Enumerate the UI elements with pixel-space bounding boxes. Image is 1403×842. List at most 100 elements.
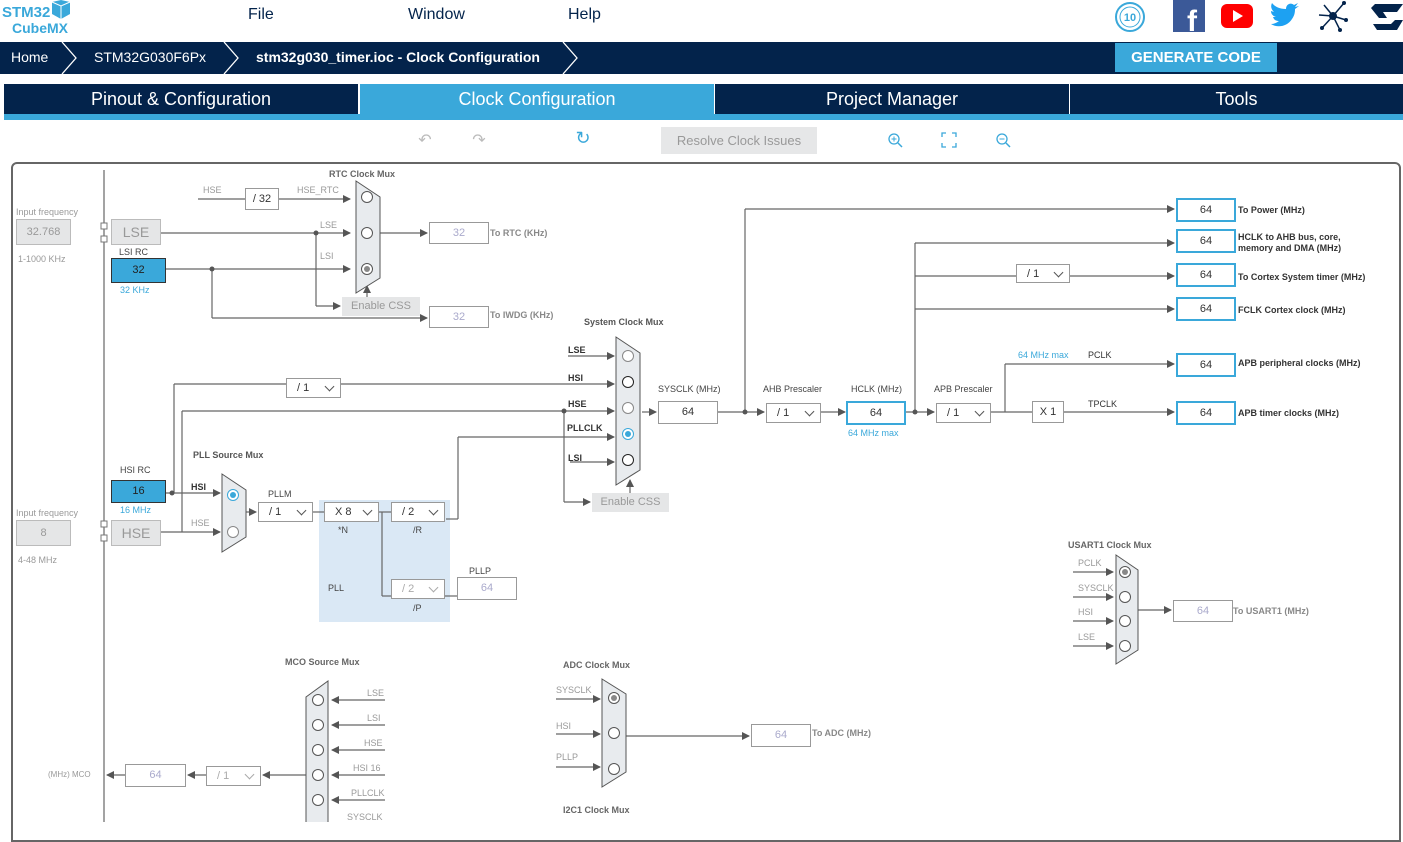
dropdown-value: / 1 xyxy=(297,382,310,394)
pllm-dropdown[interactable]: / 1 xyxy=(258,502,313,522)
hsi-sys-divider-dropdown[interactable]: / 1 xyxy=(286,378,341,398)
fclk-field[interactable]: 64 xyxy=(1176,297,1236,321)
apb-prescaler-label: APB Prescaler xyxy=(934,384,993,394)
sysclk-field[interactable]: 64 xyxy=(658,401,718,424)
dropdown-value: / 2 xyxy=(402,583,415,595)
hse-input-frequency-label: Input frequency xyxy=(16,508,79,518)
hse-source[interactable]: HSE xyxy=(111,520,161,546)
cortex-timer-label: To Cortex System timer (MHz) xyxy=(1238,272,1366,282)
mco-input-hse: HSE xyxy=(364,738,383,748)
rtc-lsi-label: LSI xyxy=(320,251,334,261)
apb-max-label: 64 MHz max xyxy=(1018,350,1069,360)
sysmux-input-lse: LSE xyxy=(568,345,586,355)
to-power-label: To Power (MHz) xyxy=(1238,205,1305,215)
apb-peripheral-label: APB peripheral clocks (MHz) xyxy=(1238,358,1361,368)
rtc-enable-css-button[interactable]: Enable CSS xyxy=(342,297,420,316)
usart1-mux-title: USART1 Clock Mux xyxy=(1068,540,1152,550)
adc-input-hsi: HSI xyxy=(556,721,572,731)
pllp-output-field[interactable]: 64 xyxy=(457,577,517,600)
rtc-radio-hse xyxy=(361,191,373,203)
cortex-timer-divider-dropdown[interactable]: / 1 xyxy=(1016,264,1070,283)
system-clock-mux-title: System Clock Mux xyxy=(584,317,664,327)
dropdown-value: / 1 xyxy=(947,407,960,419)
sysmux-input-hsi: HSI xyxy=(568,373,584,383)
hsi-unit-label: 16 MHz xyxy=(120,505,152,515)
apb-timer-field[interactable]: 64 xyxy=(1176,401,1236,425)
mco-divider-dropdown[interactable]: / 1 xyxy=(206,766,261,786)
pllr-label: /R xyxy=(413,525,422,535)
hsi-rc-label: HSI RC xyxy=(120,465,151,475)
dropdown-value: / 2 xyxy=(402,506,415,518)
hclk-max-label: 64 MHz max xyxy=(848,428,899,438)
rtc-radio-lse xyxy=(361,227,373,239)
sys-enable-css-button[interactable]: Enable CSS xyxy=(592,493,669,512)
rtc-hse-label: HSE xyxy=(203,185,222,195)
chevron-down-icon xyxy=(296,505,307,516)
plln-dropdown[interactable]: X 8 xyxy=(324,502,379,522)
dropdown-value: X 8 xyxy=(335,506,352,518)
usart-input-hsi: HSI xyxy=(1078,607,1094,617)
mco-input-lsi: LSI xyxy=(367,713,381,723)
pclk-label: PCLK xyxy=(1088,350,1112,360)
hclk-ahb-label: HCLK to AHB bus, core, memory and DMA (M… xyxy=(1238,232,1342,253)
lsi-rc-value[interactable]: 32 xyxy=(111,258,166,283)
lse-input-frequency-label: Input frequency xyxy=(16,207,79,217)
pllp-dropdown[interactable]: / 2 xyxy=(391,579,445,599)
lse-input-frequency-field[interactable]: 32.768 xyxy=(16,219,71,245)
pll-source-mux xyxy=(221,473,247,553)
dropdown-value: / 1 xyxy=(1027,268,1040,280)
rtc-lse-label: LSE xyxy=(320,220,338,230)
lsi-unit-label: 32 KHz xyxy=(120,285,150,295)
hclk-field[interactable]: 64 xyxy=(846,401,906,425)
apb-timer-label: APB timer clocks (MHz) xyxy=(1238,408,1340,418)
adc-output-label: To ADC (MHz) xyxy=(812,728,871,738)
mco-output-label: (MHz) MCO xyxy=(48,770,91,779)
dropdown-value: / 1 xyxy=(269,506,282,518)
chevron-down-icon xyxy=(244,769,255,780)
lse-source[interactable]: LSE xyxy=(111,219,161,245)
sysmux-input-lsi: LSI xyxy=(568,453,583,463)
pllsrc-input-hse: HSE xyxy=(191,518,210,528)
chevron-down-icon xyxy=(428,582,439,593)
adc-input-pllp: PLLP xyxy=(556,752,579,762)
sysclk-label: SYSCLK (MHz) xyxy=(658,384,721,394)
to-power-field[interactable]: 64 xyxy=(1176,198,1236,222)
apb-peripheral-field[interactable]: 64 xyxy=(1176,353,1236,377)
apb-prescaler-dropdown[interactable]: / 1 xyxy=(936,403,991,423)
hse-rtc-label: HSE_RTC xyxy=(297,185,339,195)
adc-mux-title: ADC Clock Mux xyxy=(563,660,631,670)
pll-label: PLL xyxy=(328,583,345,593)
cortex-timer-field[interactable]: 64 xyxy=(1176,263,1236,287)
usart-input-lse: LSE xyxy=(1078,632,1096,642)
plln-label: *N xyxy=(338,525,349,535)
hclk-ahb-field[interactable]: 64 xyxy=(1176,229,1236,253)
pll-source-mux-title: PLL Source Mux xyxy=(193,450,264,460)
fclk-label: FCLK Cortex clock (MHz) xyxy=(1238,305,1346,315)
usart1-output-field[interactable]: 64 xyxy=(1173,600,1233,622)
mco-input-sysclk: SYSCLK xyxy=(347,812,383,822)
dropdown-value: / 1 xyxy=(217,770,230,782)
i2c1-mux-title: I2C1 Clock Mux xyxy=(563,805,630,815)
usart-input-pclk: PCLK xyxy=(1078,558,1102,568)
ahb-prescaler-dropdown[interactable]: / 1 xyxy=(766,403,821,423)
pllp-div-label: /P xyxy=(413,603,422,613)
usart-input-sysclk: SYSCLK xyxy=(1078,583,1114,593)
hse-rtc-divider: / 32 xyxy=(245,188,279,210)
rtc-output-field[interactable]: 32 xyxy=(429,222,489,244)
sysmux-input-hse: HSE xyxy=(568,399,587,409)
mco-output-field[interactable]: 64 xyxy=(125,764,186,787)
pllr-dropdown[interactable]: / 2 xyxy=(391,502,445,522)
hse-range-label: 4-48 MHz xyxy=(18,555,58,565)
adc-output-field[interactable]: 64 xyxy=(751,724,811,747)
hsi-rc-value[interactable]: 16 xyxy=(111,480,166,503)
chevron-down-icon xyxy=(804,406,815,417)
iwdg-output-field[interactable]: 32 xyxy=(429,306,489,328)
chevron-down-icon xyxy=(1053,267,1064,278)
ahb-prescaler-label: AHB Prescaler xyxy=(763,384,823,394)
mco-input-pllclk: PLLCLK xyxy=(351,788,385,798)
chevron-down-icon xyxy=(324,381,335,392)
hse-input-frequency-field[interactable]: 8 xyxy=(16,520,71,546)
usart1-output-label: To USART1 (MHz) xyxy=(1233,606,1309,616)
mco-mux-title: MCO Source Mux xyxy=(285,657,360,667)
sysmux-input-pllclk: PLLCLK xyxy=(567,423,603,433)
